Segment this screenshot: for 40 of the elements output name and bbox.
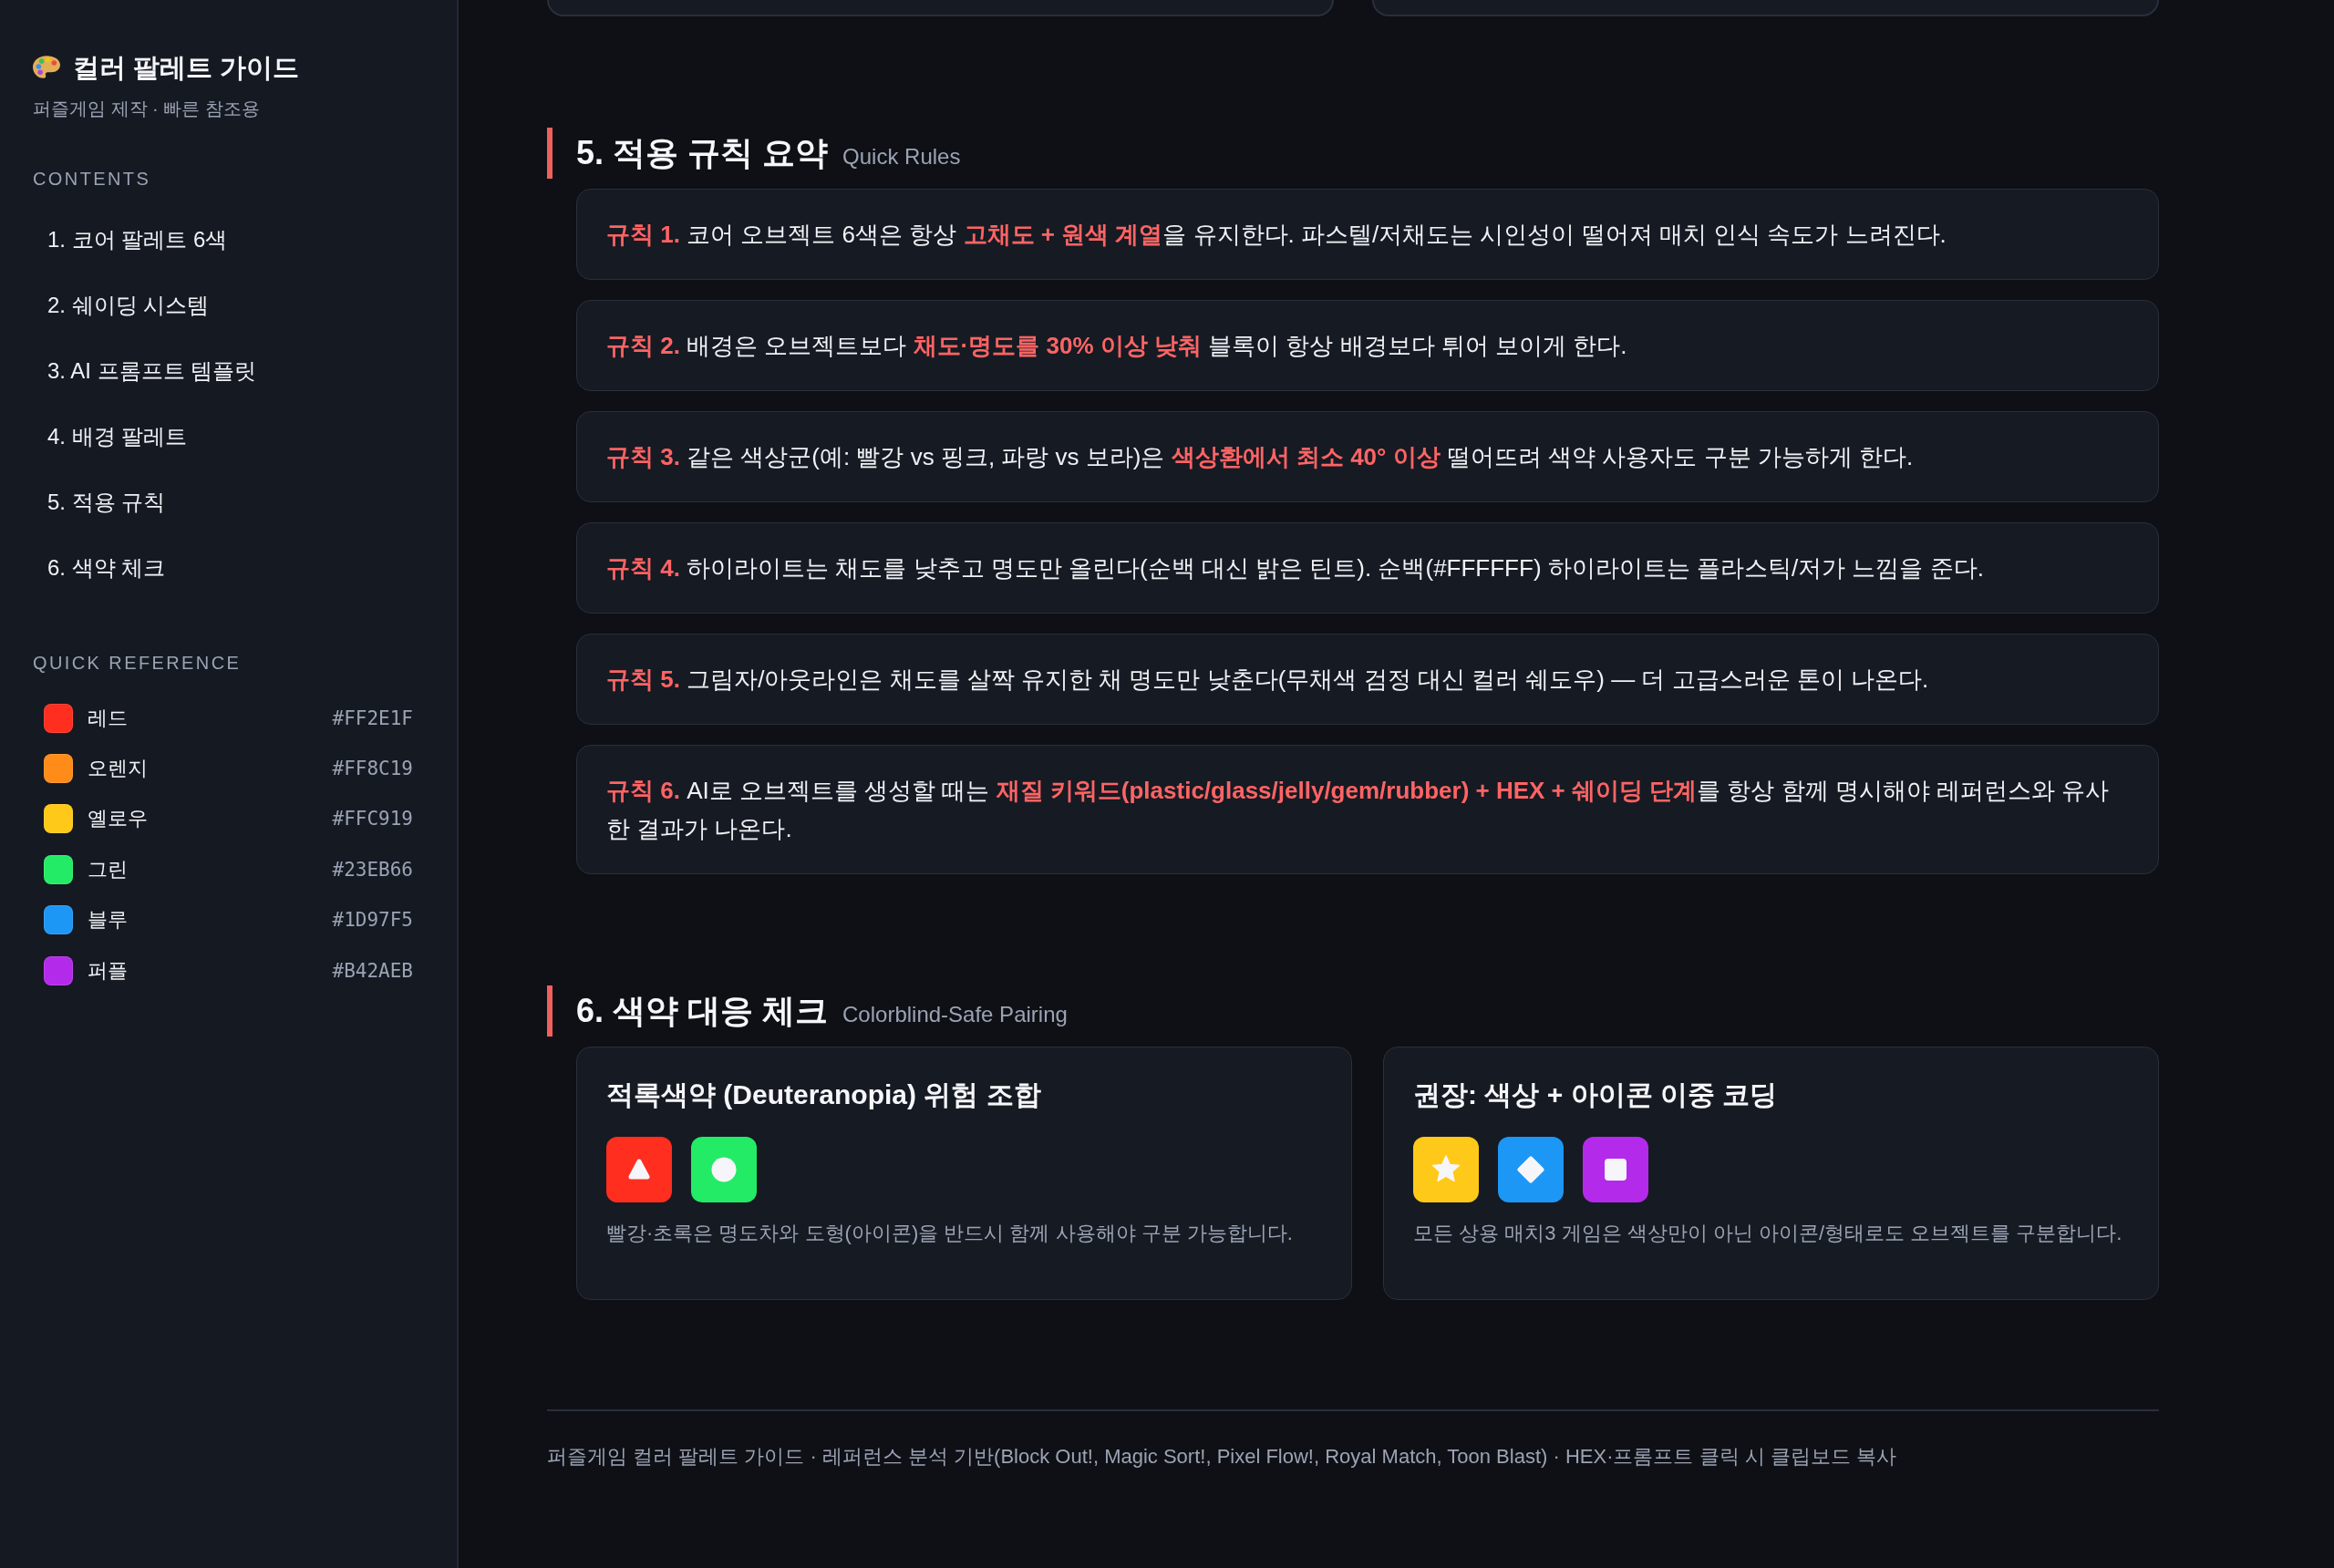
section-subtitle: Quick Rules	[842, 143, 961, 170]
footer-text: 퍼즐게임 컬러 팔레트 가이드 · 레퍼런스 분석 기반(Block Out!, Magic Sort!, Pixel Flow!, Royal Match, Toon Blast) · HEX·프롬프트 클릭 시 클립보드 복사	[547, 1444, 1897, 1470]
hex-code[interactable]: #B42AEB	[332, 956, 413, 985]
palette-icon	[33, 56, 60, 79]
rule-text: 규칙 5. 그림자/아웃라인은 채도를 살짝 유지한 채 명도만 낮춘다(무채색 검정 대신 컬러 쉐도우) — 더 고급스러운 톤이 나온다.	[606, 665, 1930, 695]
section-subtitle: Colorblind-Safe Pairing	[842, 1001, 1068, 1028]
nav-link[interactable]: 2. 쉐이딩 시스템	[33, 273, 424, 338]
group-label: CONTENTS	[33, 168, 152, 191]
color-name: 옐로우	[88, 806, 148, 832]
nav-link[interactable]: 6. 색약 체크	[33, 535, 424, 601]
nav-link[interactable]: 1. 코어 팔레트 6색	[33, 207, 424, 273]
nav-link[interactable]: 4. 배경 팔레트	[33, 404, 424, 469]
rule-text: 규칙 2. 배경은 오브젝트보다 채도·명도를 30% 이상 낮춰 블록이 항상 배경보다 튀어 보이게 한다.	[606, 331, 1628, 361]
rule-text: 규칙 6. AI로 오브젝트를 생성할 때는 재질 키워드(plastic/glass/jelly/gem/rubber) + HEX + 쉐이딩 단계를 항상 함께 명시해야 레퍼런스와 유사한 결과가 나온다.	[606, 776, 2111, 844]
hex-code[interactable]: #FF2E1F	[332, 704, 413, 732]
sidebar-subtitle: 퍼즐게임 제작 · 빠른 참조용	[33, 98, 261, 120]
group-label: QUICK REFERENCE	[33, 652, 243, 675]
sidebar-title: 컬러 팔레트 가이드	[73, 52, 300, 84]
section-title: 6. 색약 대응 체크	[576, 991, 829, 1031]
color-name: 그린	[88, 856, 128, 882]
card-caption: 빨강·초록은 명도차와 도형(아이콘)을 반드시 함께 사용해야 구분 가능합니다.	[606, 1221, 1294, 1246]
card-title: 적록색약 (Deuteranopia) 위험 조합	[606, 1078, 1042, 1111]
hex-code[interactable]: #FF8C19	[332, 755, 413, 783]
color-name: 블루	[88, 907, 128, 934]
hex-code[interactable]: #23EB66	[332, 855, 413, 883]
color-name: 퍼플	[88, 957, 128, 984]
card-title: 권장: 색상 + 아이콘 이중 코딩	[1413, 1078, 1779, 1111]
color-name: 레드	[88, 705, 128, 731]
card-caption: 모든 상용 매치3 게임은 색상만이 아닌 아이콘/형태로도 오브젝트를 구분합니다.	[1413, 1221, 2123, 1246]
rule-text: 규칙 3. 같은 색상군(예: 빨강 vs 핑크, 파랑 vs 보라)은 색상환에서 최소 40° 이상 떨어뜨려 색약 사용자도 구분 가능하게 한다.	[606, 442, 1915, 472]
nav-link[interactable]: 3. AI 프롬프트 템플릿	[33, 338, 424, 404]
nav-link[interactable]: 5. 적용 규칙	[33, 469, 424, 535]
color-name: 오렌지	[88, 756, 148, 782]
hex-code[interactable]: #1D97F5	[332, 906, 413, 934]
section-title: 5. 적용 규칙 요약	[576, 133, 829, 173]
accent-bar	[547, 128, 553, 179]
accent-bar	[547, 985, 553, 1037]
rule-text: 규칙 4. 하이라이트는 채도를 낮추고 명도만 올린다(순백 대신 밝은 틴트). 순백(#FFFFFF) 하이라이트는 플라스틱/저가 느낌을 준다.	[606, 553, 1985, 583]
rule-text: 규칙 1. 코어 오브젝트 6색은 항상 고채도 + 원색 계열을 유지한다. 파스텔/저채도는 시인성이 떨어져 매치 인식 속도가 느려진다.	[606, 220, 1947, 250]
hex-code[interactable]: #FFC919	[332, 805, 413, 833]
